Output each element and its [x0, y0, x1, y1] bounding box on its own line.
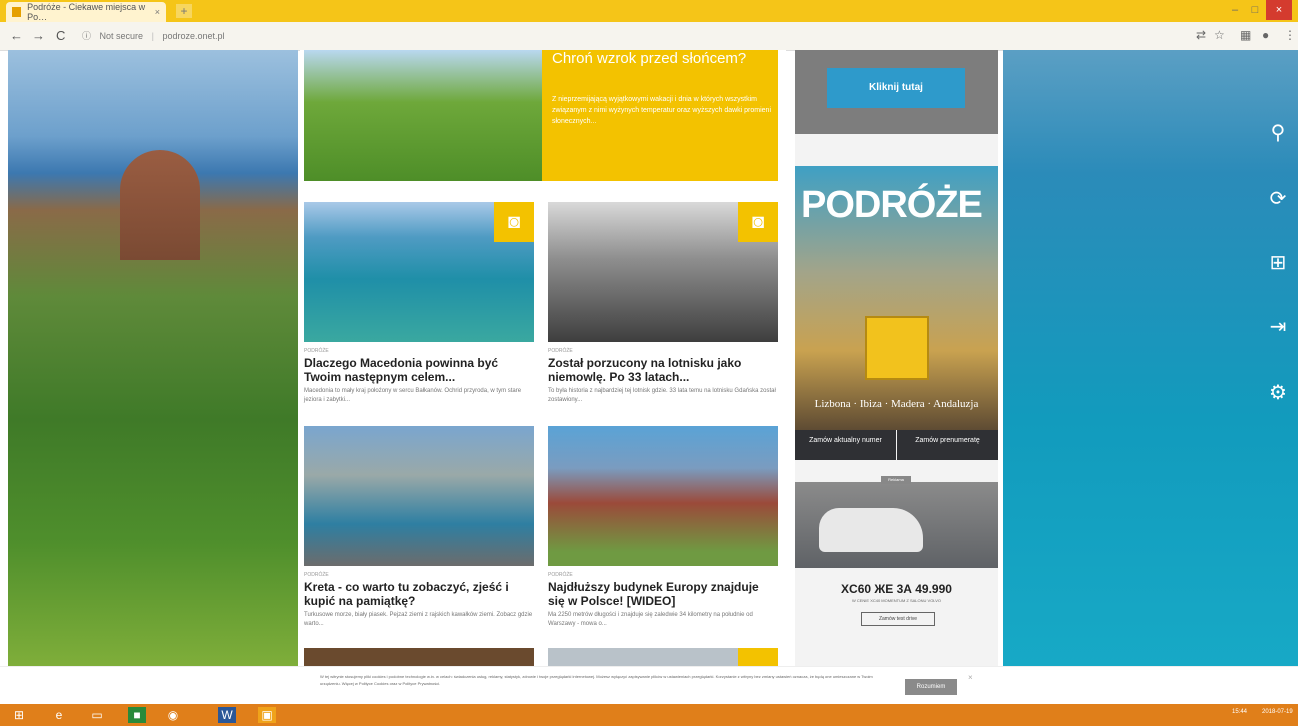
windows-taskbar: ⊞ e ▭ ■ ◉ W ▣ 15:44 2018-07-19: [0, 704, 1298, 726]
cookie-consent-bar: W tej witrynie stosujemy pliki cookies i…: [0, 666, 1298, 705]
camera-icon: ◙: [494, 202, 534, 242]
hero-title[interactable]: Chroń wzrok przed słońcem?: [552, 50, 772, 67]
hero-image[interactable]: [304, 50, 542, 181]
article-image-partial[interactable]: [548, 648, 778, 666]
windows-icon[interactable]: ⊞: [1265, 250, 1291, 276]
tram-image: [865, 316, 929, 380]
camera-icon: [738, 648, 778, 666]
article-title[interactable]: Został porzucony na lotnisku jako niemow…: [548, 356, 778, 384]
cookie-close-button[interactable]: ×: [968, 673, 973, 682]
info-icon[interactable]: ⓘ: [82, 28, 91, 45]
background-right-image: [1003, 50, 1298, 666]
share-icon[interactable]: ⟳: [1265, 186, 1291, 212]
order-current-button[interactable]: Zamów aktualny numer: [795, 430, 896, 460]
ad-label: Reklama: [881, 476, 911, 484]
clock-time[interactable]: 15:44: [1232, 709, 1247, 715]
article-category: Podróże: [304, 572, 329, 578]
article-desc: Ma 2250 metrów długości i znajduje się z…: [548, 612, 753, 627]
article-title[interactable]: Kreta - co warto tu zobaczyć, zjeść i ku…: [304, 580, 534, 608]
article-category: Podróże: [548, 572, 573, 578]
forward-button[interactable]: →: [32, 28, 45, 43]
church-image: [120, 150, 200, 260]
article-desc: To była historia z najbardziej tej lotni…: [548, 388, 776, 403]
ad-subtitle: W CENIE XC40 MOMENTUM Z SALONU VOLVO: [851, 598, 942, 603]
article-card[interactable]: Podróże Najdłuższy budynek Europy znajdu…: [548, 426, 778, 629]
app-icon[interactable]: ▣: [258, 707, 276, 723]
bookmark-star-icon[interactable]: ☆: [1214, 28, 1225, 42]
browser-tab[interactable]: Podróże - Ciekawe miejsca w Po… ×: [6, 2, 166, 22]
article-card[interactable]: ◙ Podróże Został porzucony na lotnisku j…: [548, 202, 778, 405]
reload-button[interactable]: C: [56, 28, 65, 43]
store-icon[interactable]: ■: [128, 707, 146, 723]
article-card[interactable]: ◙ Podróże Dlaczego Macedonia powinna być…: [304, 202, 534, 405]
url-text: podroze.onet.pl: [162, 31, 225, 41]
web-page: Chroń wzrok przed słońcem? Z nieprzemija…: [8, 50, 1298, 666]
minimize-button[interactable]: –: [1226, 0, 1244, 20]
ad-banner[interactable]: Reklama XC60 ЖЕ 3А 49.990 W CENIE XC40 M…: [795, 476, 998, 662]
cookie-text: W tej witrynie stosujemy pliki cookies i…: [320, 674, 873, 686]
tab-title: Podróże - Ciekawe miejsca w Po…: [27, 2, 146, 22]
url-field[interactable]: ⓘ Not secure | podroze.onet.pl: [82, 28, 1162, 45]
close-window-button[interactable]: ×: [1266, 0, 1292, 20]
ad-button[interactable]: Zamów test drive: [861, 612, 935, 626]
profile-icon[interactable]: ●: [1262, 28, 1269, 42]
background-left-image: [8, 50, 298, 666]
address-bar: ← → C ⓘ Not secure | podroze.onet.pl ⇄ ☆…: [0, 22, 1298, 51]
login-icon[interactable]: ⇥: [1265, 314, 1291, 340]
article-image[interactable]: [304, 426, 534, 566]
article-card[interactable]: Podróże Kreta - co warto tu zobaczyć, zj…: [304, 426, 534, 629]
article-image[interactable]: ◙: [548, 202, 778, 342]
tab-close-button[interactable]: ×: [155, 7, 160, 17]
article-image[interactable]: ◙: [304, 202, 534, 342]
click-here-button[interactable]: Kliknij tutaj: [827, 68, 965, 108]
security-label: Not secure: [99, 31, 144, 41]
back-button[interactable]: ←: [10, 28, 23, 43]
extension-icon[interactable]: ▦: [1240, 28, 1251, 42]
order-subscription-button[interactable]: Zamów prenumeratę: [897, 430, 998, 460]
article-grid: Chroń wzrok przed słońcem? Z nieprzemija…: [300, 50, 786, 666]
chrome-icon[interactable]: ◉: [164, 707, 182, 723]
maximize-button[interactable]: □: [1246, 0, 1264, 20]
magazine-cover[interactable]: PODRÓŻE Lizbona · Ibiza · Madera · Andal…: [795, 166, 998, 430]
magazine-logo: PODRÓŻE: [801, 184, 983, 226]
article-category: Podróże: [304, 348, 329, 354]
ad-image[interactable]: [795, 482, 998, 568]
promo-box: Kliknij tutaj: [795, 50, 998, 134]
article-category: Podróże: [548, 348, 573, 354]
magazine-cities: Lizbona · Ibiza · Madera · Andaluzja: [814, 398, 979, 410]
settings-icon[interactable]: ⚙: [1265, 380, 1291, 406]
clock-date[interactable]: 2018-07-19: [1262, 709, 1293, 715]
cookie-accept-button[interactable]: Rozumiem: [905, 679, 957, 695]
word-icon[interactable]: W: [218, 707, 236, 723]
camera-icon: ◙: [738, 202, 778, 242]
new-tab-button[interactable]: +: [176, 4, 192, 18]
article-image[interactable]: [548, 426, 778, 566]
article-desc: Macedonia to mały kraj położony w sercu …: [304, 388, 522, 403]
hero-panel[interactable]: Chroń wzrok przed słońcem? Z nieprzemija…: [542, 50, 778, 181]
article-image-partial[interactable]: [304, 648, 534, 666]
hero-text: Z nieprzemijającą wyjątkowymi wakacji i …: [552, 96, 772, 125]
sidebar: Kliknij tutaj PODRÓŻE Lizbona · Ibiza · …: [795, 50, 998, 666]
browser-tab-bar: Podróże - Ciekawe miejsca w Po… × + – □ …: [0, 0, 1298, 22]
menu-icon[interactable]: ⋮: [1284, 28, 1296, 42]
article-title[interactable]: Najdłuższy budynek Europy znajduje się w…: [548, 580, 778, 608]
ad-title[interactable]: XC60 ЖЕ 3А 49.990: [795, 582, 998, 596]
search-icon[interactable]: ⚲: [1265, 120, 1291, 146]
ie-icon[interactable]: e: [50, 707, 68, 723]
start-button[interactable]: ⊞: [10, 707, 28, 723]
car-image: [819, 508, 923, 552]
article-title[interactable]: Dlaczego Macedonia powinna być Twoim nas…: [304, 356, 534, 384]
translate-icon[interactable]: ⇄: [1196, 28, 1206, 42]
file-explorer-icon[interactable]: ▭: [88, 707, 106, 723]
article-desc: Turkusowe morze, biały piasek. Pejzaż zi…: [304, 612, 533, 627]
favicon-icon: [12, 7, 22, 17]
